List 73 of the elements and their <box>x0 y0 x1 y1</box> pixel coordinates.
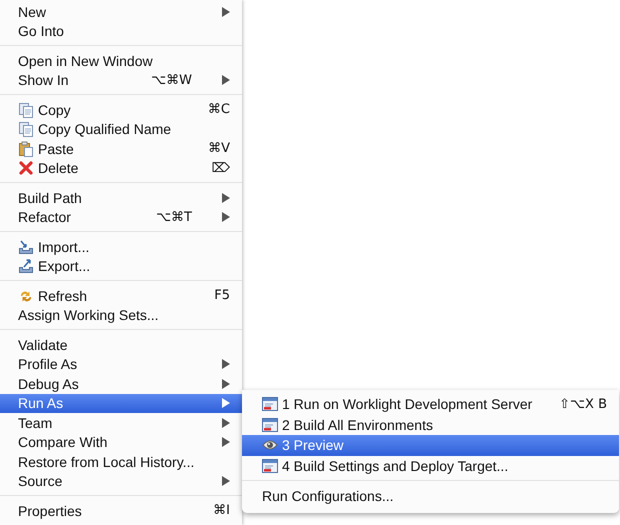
shortcut-label: ⌥⌘T <box>156 210 192 225</box>
submenu-item[interactable]: Run Configurations... <box>242 486 619 506</box>
menu-item-label: Compare With <box>18 434 108 450</box>
menu-item-label: 4 Build Settings and Deploy Target... <box>282 458 510 474</box>
import-icon <box>18 238 34 255</box>
menu-item[interactable]: Copy ⌘C <box>0 100 242 120</box>
menu-item-label: Team <box>18 414 54 431</box>
menu-item[interactable]: Refactor ⌥⌘T <box>0 208 242 227</box>
shortcut-label: F5 <box>214 288 230 304</box>
menu-item-label: Properties <box>18 502 83 519</box>
menu-item-label: Delete <box>38 160 80 176</box>
shortcut-label: ⇧⌥X B <box>559 396 607 412</box>
delete-icon <box>18 160 34 176</box>
copy-icon <box>18 121 34 138</box>
clipboard-icon <box>18 140 34 157</box>
menu-item[interactable]: Build Path <box>0 188 242 208</box>
shortcut-label: ⌦ <box>212 160 230 176</box>
menu-item[interactable]: Team <box>0 413 242 432</box>
menu-item-label: Copy <box>38 102 72 118</box>
menu-item[interactable]: Run As <box>0 394 242 413</box>
copy-icon <box>18 102 34 118</box>
menu-item-label: Refactor <box>18 209 72 226</box>
menu-item[interactable]: New <box>0 2 242 22</box>
submenu-item[interactable]: 3 Preview <box>242 435 619 456</box>
menu-item[interactable]: Profile As <box>0 354 242 374</box>
menu-item-label: Run Configurations... <box>262 488 395 504</box>
menu-item-label: Export... <box>38 258 92 274</box>
menu-item-label: Run As <box>18 395 64 412</box>
menu-item[interactable]: Open in New Window <box>0 51 242 70</box>
shortcut-label: ⌥⌘W <box>151 72 192 88</box>
menu-item-label: 1 Run on Worklight Development Server <box>282 396 534 412</box>
menu-item-label: 3 Preview <box>282 437 344 454</box>
menu-item-label: Open in New Window <box>18 52 154 69</box>
menu-item[interactable]: Delete ⌦ <box>0 158 242 178</box>
window-icon <box>262 416 278 433</box>
shortcut-label: ⌘C <box>208 102 230 118</box>
menu-item[interactable]: Debug As <box>0 374 242 394</box>
menu-item[interactable]: Paste ⌘V <box>0 139 242 158</box>
menu-item[interactable]: Show In ⌥⌘W <box>0 70 242 90</box>
window-icon <box>262 396 278 412</box>
submenu-item[interactable]: 2 Build All Environments <box>242 414 619 435</box>
menu-item[interactable]: Validate <box>0 335 242 354</box>
menu-item[interactable]: Refresh F5 <box>0 286 242 306</box>
menu-item[interactable]: Source <box>0 472 242 491</box>
menu-item-label: Copy Qualified Name <box>38 121 172 138</box>
menu-item-label: Restore from Local History... <box>18 454 196 470</box>
menu-item[interactable]: Import... <box>0 237 242 256</box>
menu-item-label: Debug As <box>18 376 80 392</box>
menu-item-label: Import... <box>38 238 90 255</box>
shortcut-label: ⌘I <box>213 503 230 518</box>
menu-item[interactable]: Export... <box>0 256 242 276</box>
menu-item[interactable]: Properties ⌘I <box>0 501 242 520</box>
menu-item-label: Show In <box>18 72 70 88</box>
menu-item-label: Refresh <box>38 288 88 304</box>
window-icon <box>262 458 278 474</box>
menu-item-label: Source <box>18 473 64 490</box>
menu-item[interactable]: Compare With <box>0 432 242 452</box>
menu-item[interactable]: Restore from Local History... <box>0 452 242 472</box>
menu-item-label: Validate <box>18 336 69 353</box>
menu-item-label: Go Into <box>18 23 65 40</box>
menu-item[interactable]: Assign Working Sets... <box>0 306 242 325</box>
menu-item-label: Assign Working Sets... <box>18 307 160 324</box>
menu-item-label: Build Path <box>18 190 83 206</box>
shortcut-label: ⌘V <box>208 141 230 156</box>
menu-item-label: Paste <box>38 140 75 157</box>
submenu-item[interactable]: 4 Build Settings and Deploy Target... <box>242 456 619 476</box>
export-icon <box>18 258 34 274</box>
submenu-item[interactable]: 1 Run on Worklight Development Server ⇧⌥X B <box>242 394 619 414</box>
menu-item-label: New <box>18 4 48 20</box>
menu-item-label: 2 Build All Environments <box>282 416 434 433</box>
menu-item[interactable]: Go Into <box>0 22 242 41</box>
menu-item[interactable]: Copy Qualified Name <box>0 120 242 139</box>
menu-item-label: Profile As <box>18 356 78 372</box>
